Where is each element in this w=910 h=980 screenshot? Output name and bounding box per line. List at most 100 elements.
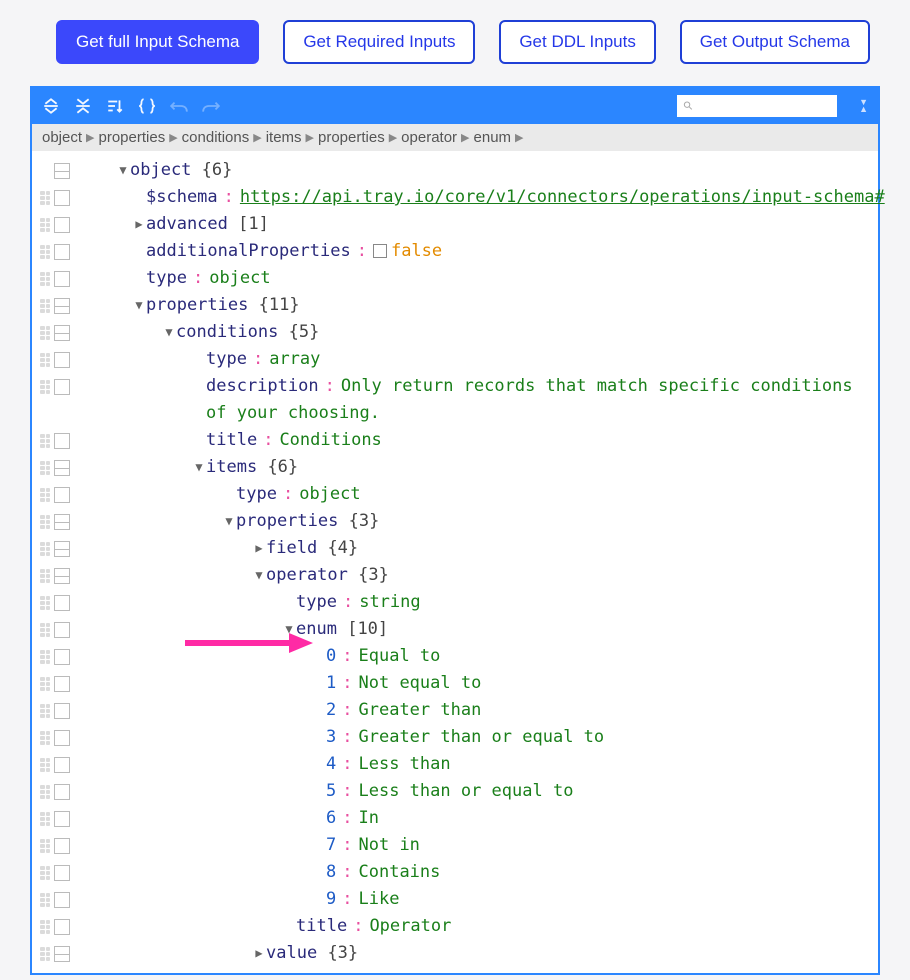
tree-row[interactable]: type:array	[32, 346, 878, 373]
redo-icon	[202, 97, 220, 115]
tree-row-enum[interactable]: ▼ enum [10]	[32, 616, 878, 643]
count-label: [10]	[347, 619, 388, 639]
sort-icon[interactable]	[106, 97, 124, 115]
sort-up-icon[interactable]: ▲	[859, 106, 868, 113]
breadcrumb-item[interactable]: conditions	[182, 129, 250, 146]
sort-toggle[interactable]: ▼ ▲	[859, 99, 868, 113]
tree-row[interactable]: description:Only return records that mat…	[32, 373, 878, 427]
drag-handle-icon[interactable]	[40, 920, 50, 934]
breadcrumb-item[interactable]: enum	[474, 129, 512, 146]
drag-handle-icon[interactable]	[40, 218, 50, 232]
collapse-all-icon[interactable]	[74, 97, 92, 115]
breadcrumb-item[interactable]: items	[266, 129, 302, 146]
drag-handle-icon[interactable]	[40, 623, 50, 637]
tree-row[interactable]: ▶ advanced [1]	[32, 211, 878, 238]
node-type-icon	[54, 217, 70, 233]
drag-handle-icon[interactable]	[40, 299, 50, 313]
caret-right-icon[interactable]: ▶	[252, 940, 266, 967]
tree-row[interactable]: $schema:https://api.tray.io/core/v1/conn…	[32, 184, 878, 211]
get-output-schema-button[interactable]: Get Output Schema	[680, 20, 870, 64]
breadcrumb-item[interactable]: properties	[99, 129, 166, 146]
drag-handle-icon[interactable]	[40, 515, 50, 529]
tree-row[interactable]: ▶ field {4}	[32, 535, 878, 562]
tree-row-enum-item[interactable]: 7:Not in	[32, 832, 878, 859]
breadcrumb-item[interactable]: object	[42, 129, 82, 146]
caret-right-icon[interactable]: ▶	[252, 535, 266, 562]
search-box[interactable]	[677, 95, 837, 117]
drag-handle-icon[interactable]	[40, 893, 50, 907]
tree-row[interactable]: ▼ items {6}	[32, 454, 878, 481]
node-type-icon	[54, 541, 70, 557]
drag-handle-icon[interactable]	[40, 785, 50, 799]
drag-handle-icon[interactable]	[40, 758, 50, 772]
breadcrumb-item[interactable]: properties	[318, 129, 385, 146]
tree-row-enum-item[interactable]: 9:Like	[32, 886, 878, 913]
caret-down-icon[interactable]: ▼	[132, 292, 146, 319]
drag-handle-icon[interactable]	[40, 704, 50, 718]
caret-down-icon[interactable]: ▼	[162, 319, 176, 346]
drag-handle-icon[interactable]	[40, 569, 50, 583]
tree-row-enum-item[interactable]: 4:Less than	[32, 751, 878, 778]
tree-row[interactable]: ▼ properties {11}	[32, 292, 878, 319]
tree-row-enum-item[interactable]: 3:Greater than or equal to	[32, 724, 878, 751]
drag-handle-icon[interactable]	[40, 650, 50, 664]
drag-handle-icon[interactable]	[40, 191, 50, 205]
tree-row[interactable]: type:string	[32, 589, 878, 616]
caret-down-icon[interactable]: ▼	[222, 508, 236, 535]
get-required-inputs-button[interactable]: Get Required Inputs	[283, 20, 475, 64]
key-label: type	[206, 349, 247, 369]
drag-handle-icon[interactable]	[40, 731, 50, 745]
tree-row-enum-item[interactable]: 2:Greater than	[32, 697, 878, 724]
value-label: Greater than or equal to	[359, 727, 605, 747]
drag-handle-icon[interactable]	[40, 245, 50, 259]
tree-row[interactable]: title:Conditions	[32, 427, 878, 454]
drag-handle-icon[interactable]	[40, 461, 50, 475]
value-link[interactable]: https://api.tray.io/core/v1/connectors/o…	[240, 187, 885, 207]
tree-row-enum-item[interactable]: 1:Not equal to	[32, 670, 878, 697]
drag-handle-icon[interactable]	[40, 488, 50, 502]
get-full-input-schema-button[interactable]: Get full Input Schema	[56, 20, 259, 64]
drag-handle-icon[interactable]	[40, 596, 50, 610]
tree-row-enum-item[interactable]: 6:In	[32, 805, 878, 832]
caret-down-icon[interactable]: ▼	[282, 616, 296, 643]
drag-handle-icon[interactable]	[40, 434, 50, 448]
tree-row[interactable]: type:object	[32, 265, 878, 292]
caret-down-icon[interactable]: ▼	[192, 454, 206, 481]
drag-handle-icon[interactable]	[40, 542, 50, 556]
tree-row[interactable]: ▼ conditions {5}	[32, 319, 878, 346]
value-label: string	[359, 592, 420, 612]
caret-down-icon[interactable]: ▼	[116, 157, 130, 184]
value-label: Like	[359, 889, 400, 909]
boolean-checkbox[interactable]	[373, 244, 387, 258]
node-type-icon	[54, 919, 70, 935]
drag-handle-icon[interactable]	[40, 947, 50, 961]
get-ddl-inputs-button[interactable]: Get DDL Inputs	[499, 20, 656, 64]
tree-row[interactable]: title:Operator	[32, 913, 878, 940]
tree-row[interactable]: additionalProperties:false	[32, 238, 878, 265]
drag-handle-icon[interactable]	[40, 677, 50, 691]
breadcrumb-item[interactable]: operator	[401, 129, 457, 146]
drag-handle-icon[interactable]	[40, 380, 50, 394]
drag-handle-icon[interactable]	[40, 866, 50, 880]
tree-row[interactable]: ▼ properties {3}	[32, 508, 878, 535]
tree-row-enum-item[interactable]: 8:Contains	[32, 859, 878, 886]
key-label: description	[206, 376, 319, 396]
tree-row-enum-item[interactable]: 0:Equal to	[32, 643, 878, 670]
tree-row[interactable]: ▶ value {3}	[32, 940, 878, 967]
key-label: type	[236, 484, 277, 504]
drag-handle-icon[interactable]	[40, 839, 50, 853]
tree-row[interactable]: ▼ operator {3}	[32, 562, 878, 589]
tree-row-enum-item[interactable]: 5:Less than or equal to	[32, 778, 878, 805]
value-label: object	[209, 268, 270, 288]
tree-row-root[interactable]: ▼ object {6}	[32, 157, 878, 184]
expand-all-icon[interactable]	[42, 97, 60, 115]
tree-row[interactable]: type:object	[32, 481, 878, 508]
format-icon[interactable]	[138, 97, 156, 115]
caret-down-icon[interactable]: ▼	[252, 562, 266, 589]
drag-handle-icon[interactable]	[40, 272, 50, 286]
caret-right-icon[interactable]: ▶	[132, 211, 146, 238]
drag-handle-icon[interactable]	[40, 812, 50, 826]
drag-handle-icon[interactable]	[40, 326, 50, 340]
search-input[interactable]	[698, 95, 831, 117]
drag-handle-icon[interactable]	[40, 353, 50, 367]
